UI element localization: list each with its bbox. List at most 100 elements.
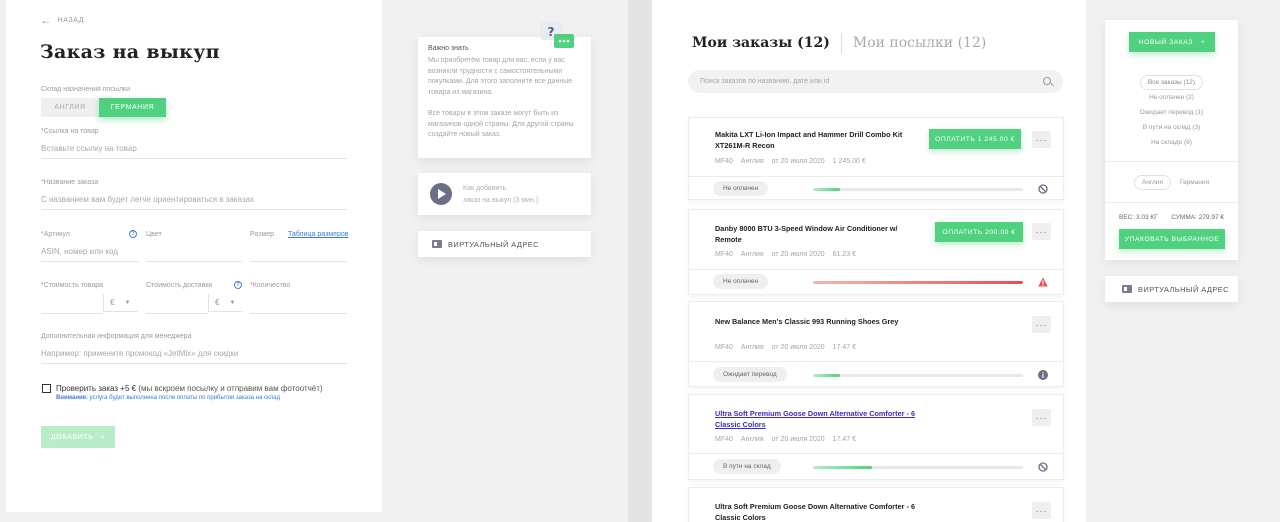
virtual-address-label: ВИРТУАЛЬНЫЙ АДРЕС bbox=[1138, 284, 1229, 294]
add-button[interactable]: ДОБАВИТЬ + bbox=[41, 426, 115, 448]
more-options-icon[interactable]: ··· bbox=[1032, 316, 1051, 333]
filter-in-warehouse[interactable]: На складе (6) bbox=[1151, 135, 1192, 150]
color-label: Цвет bbox=[146, 231, 162, 238]
plus-icon: + bbox=[100, 433, 106, 441]
warehouse-toggle: АНГЛИЯ ГЕРМАНИЯ bbox=[41, 98, 166, 117]
chevron-down-icon: ▼ bbox=[229, 299, 236, 306]
order-name-input[interactable]: С названием вам будет легче ориентироват… bbox=[41, 190, 347, 210]
orders-filter-card: НОВЫЙ ЗАКАЗ + Все заказы (12) Не оплачен… bbox=[1105, 20, 1238, 260]
filter-in-transit[interactable]: В пути на склад (3) bbox=[1143, 120, 1200, 135]
more-options-icon[interactable]: ··· bbox=[1032, 502, 1051, 519]
price-input[interactable] bbox=[41, 294, 103, 314]
order-country: Англия bbox=[740, 251, 764, 258]
back-label: НАЗАД bbox=[57, 17, 85, 24]
back-link[interactable]: ← НАЗАД bbox=[40, 13, 85, 27]
pay-button[interactable]: ОПЛАТИТЬ 200.00 € bbox=[935, 222, 1023, 242]
chevron-down-icon: ▼ bbox=[124, 299, 131, 306]
order-title[interactable]: New Balance Men's Classic 993 Running Sh… bbox=[715, 316, 920, 327]
link-label: *Ссылка на товар bbox=[41, 128, 99, 135]
order-card: Ultra Soft Premium Goose Down Alternativ… bbox=[688, 394, 1064, 480]
article-input[interactable]: ASIN, номер или код bbox=[41, 242, 139, 262]
delivery-input[interactable] bbox=[146, 294, 208, 314]
search-placeholder: Поиск заказов по названию, дате или id bbox=[700, 78, 830, 85]
order-progress-fill bbox=[813, 188, 841, 191]
check-order-checkbox[interactable] bbox=[42, 384, 51, 393]
country-england[interactable]: Англия bbox=[1133, 175, 1171, 190]
order-code: MF40 bbox=[715, 251, 733, 258]
search-icon[interactable] bbox=[1043, 77, 1051, 85]
more-options-icon[interactable]: ··· bbox=[1032, 131, 1051, 148]
filter-awaiting-transfer[interactable]: Ожидает перевод (1) bbox=[1140, 105, 1203, 120]
virtual-address-button[interactable]: ВИРТУАЛЬНЫЙ АДРЕС bbox=[418, 231, 591, 257]
order-card: Ultra Soft Premium Goose Down Alternativ… bbox=[688, 487, 1064, 522]
new-order-button[interactable]: НОВЫЙ ЗАКАЗ + bbox=[1129, 32, 1215, 52]
status-badge: Не оплачен bbox=[713, 274, 769, 289]
color-input[interactable] bbox=[146, 242, 242, 262]
order-title[interactable]: Ultra Soft Premium Goose Down Alternativ… bbox=[715, 501, 920, 522]
warehouse-option-england[interactable]: АНГЛИЯ bbox=[41, 98, 99, 117]
order-title-link[interactable]: Ultra Soft Premium Goose Down Alternativ… bbox=[715, 408, 920, 430]
check-order-note: Внимание: услуга будет выполнена после о… bbox=[56, 395, 280, 401]
filter-unpaid[interactable]: Не оплачен (2) bbox=[1149, 90, 1194, 105]
purchase-order-screen: ← НАЗАД Заказ на выкуп Склад назначения … bbox=[0, 0, 628, 522]
order-date: от 20 июля 2020 bbox=[771, 436, 825, 443]
arrow-left-icon: ← bbox=[40, 13, 53, 27]
blocked-icon bbox=[1038, 462, 1048, 472]
extra-info-input[interactable]: Например: примените промокод «JetMix» дл… bbox=[41, 344, 347, 364]
warehouse-label: Склад назначения посылки bbox=[41, 86, 131, 93]
order-meta: MF40 Англия от 20 июля 2020 61.23 € bbox=[715, 251, 856, 258]
address-card-icon bbox=[1122, 285, 1132, 293]
order-code: MF40 bbox=[715, 158, 733, 165]
delivery-currency-select[interactable]: € ▼ bbox=[208, 294, 243, 312]
size-input[interactable] bbox=[250, 242, 347, 262]
order-title[interactable]: Danby 8000 BTU 3-Speed Window Air Condit… bbox=[715, 223, 920, 245]
order-price: 17.47 € bbox=[832, 344, 857, 351]
help-icon[interactable]: ? bbox=[129, 230, 137, 238]
my-orders-screen: Мои заказы (12) Мои посылки (12) Поиск з… bbox=[652, 0, 1280, 522]
order-progress bbox=[813, 466, 1023, 469]
play-icon[interactable] bbox=[430, 183, 452, 205]
check-order-label: Проверить заказ +5 € (мы вскроем посылку… bbox=[56, 384, 323, 393]
virtual-address-button[interactable]: ВИРТУАЛЬНЫЙ АДРЕС bbox=[1105, 276, 1238, 302]
status-filters: Все заказы (12) Не оплачен (2) Ожидает п… bbox=[1105, 75, 1238, 150]
warehouse-option-germany[interactable]: ГЕРМАНИЯ bbox=[99, 98, 166, 117]
divider bbox=[689, 269, 1063, 270]
help-icon[interactable]: ? bbox=[234, 281, 242, 289]
price-label: *Стоимость товара bbox=[41, 282, 104, 289]
order-title[interactable]: Makita LXT Li-Ion Impact and Hammer Dril… bbox=[715, 129, 920, 151]
pack-selected-button[interactable]: УПАКОВАТЬ ВЫБРАННОЕ bbox=[1119, 229, 1225, 249]
divider bbox=[689, 361, 1063, 362]
more-options-icon[interactable]: ··· bbox=[1032, 223, 1051, 240]
pay-button[interactable]: ОПЛАТИТЬ 1 245.00 € bbox=[929, 129, 1021, 149]
search-input[interactable]: Поиск заказов по названию, дате или id bbox=[688, 70, 1063, 93]
status-badge: Не оплачен bbox=[713, 181, 769, 196]
page-title: Заказ на выкуп bbox=[40, 41, 220, 63]
order-progress bbox=[813, 188, 1023, 191]
product-link-input[interactable]: Вставьте ссылку на товар bbox=[41, 139, 347, 159]
country-germany[interactable]: Германия bbox=[1180, 179, 1209, 186]
price-currency-select[interactable]: € ▼ bbox=[103, 294, 138, 312]
divider bbox=[1105, 202, 1238, 203]
more-options-icon[interactable]: ··· bbox=[1032, 409, 1051, 426]
filter-all[interactable]: Все заказы (12) bbox=[1139, 75, 1204, 90]
order-name-label: *Название заказа bbox=[41, 179, 99, 186]
virtual-address-label: ВИРТУАЛЬНЫЙ АДРЕС bbox=[448, 239, 539, 249]
question-chat-icon: ? bbox=[540, 22, 574, 48]
orders-panel: Мои заказы (12) Мои посылки (12) Поиск з… bbox=[652, 0, 1086, 522]
order-price: 1 245.00 € bbox=[832, 158, 866, 165]
status-badge: Ожидает перевод bbox=[713, 367, 787, 382]
note-prefix: Внимание: bbox=[56, 395, 88, 401]
order-meta: MF40 Англия от 20 июля 2020 17.47 € bbox=[715, 436, 856, 443]
qty-label: *Количество bbox=[250, 282, 291, 289]
note-text: услуга будет выполнена после оплаты по п… bbox=[89, 395, 281, 401]
order-country: Англия bbox=[740, 344, 764, 351]
order-country: Англия bbox=[740, 158, 764, 165]
size-table-link[interactable]: Таблица размеров bbox=[288, 231, 349, 238]
tab-my-parcels[interactable]: Мои посылки (12) bbox=[853, 35, 986, 51]
tab-my-orders[interactable]: Мои заказы (12) bbox=[692, 35, 830, 51]
divider bbox=[689, 453, 1063, 454]
quantity-input[interactable] bbox=[250, 294, 347, 314]
blocked-icon bbox=[1038, 184, 1048, 194]
order-price: 17.47 € bbox=[832, 436, 857, 443]
video-tutorial-card[interactable]: Как добавить заказ на выкуп (3 мин.) bbox=[418, 173, 591, 215]
